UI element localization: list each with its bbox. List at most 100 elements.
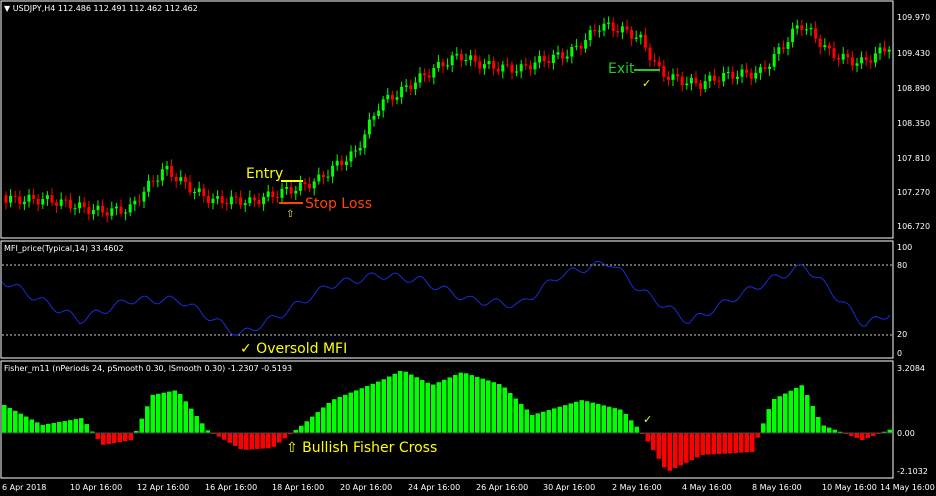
fisher-bar xyxy=(332,399,337,433)
chart-canvas[interactable] xyxy=(0,0,936,496)
fisher-bar xyxy=(667,433,672,471)
candle-body xyxy=(510,64,514,73)
candle-body xyxy=(542,56,546,62)
fisher-bar xyxy=(475,376,480,433)
candle-body xyxy=(165,165,169,170)
candle-body xyxy=(358,147,362,151)
candle-body xyxy=(657,61,661,67)
fisher-bar xyxy=(755,433,760,438)
fisher-bar xyxy=(766,409,771,433)
candle-body xyxy=(496,68,500,72)
fisher-bar xyxy=(101,433,106,445)
candle-body xyxy=(492,61,496,69)
candle-body xyxy=(32,194,36,199)
mfi-level-lines xyxy=(2,264,892,336)
fisher-bar xyxy=(728,433,733,454)
time-axis-label: 10 Apr 16:00 xyxy=(70,483,123,492)
fisher-bar xyxy=(816,417,821,433)
fisher-bar xyxy=(189,408,194,433)
candle-body xyxy=(404,85,408,87)
candle-body xyxy=(266,191,270,197)
candle-body xyxy=(252,197,256,201)
fisher-bar xyxy=(123,433,128,442)
fisher-bar xyxy=(172,390,177,433)
fisher-bar xyxy=(865,433,870,438)
fisher-bar xyxy=(821,425,826,433)
fisher-bar xyxy=(794,388,799,433)
candle-body xyxy=(611,22,615,31)
candle-body xyxy=(887,49,891,52)
fisher-bar xyxy=(596,404,601,433)
candle-body xyxy=(170,165,174,177)
time-axis-label: 4 May 16:00 xyxy=(682,483,732,492)
candle-body xyxy=(551,54,555,64)
fisher-bar xyxy=(7,407,12,433)
candle-body xyxy=(156,180,160,182)
candle-body xyxy=(91,210,95,215)
candle-body xyxy=(41,199,45,205)
fisher-bar xyxy=(106,433,111,444)
fisher-bar xyxy=(84,424,89,433)
candle-body xyxy=(50,195,54,203)
fisher-bar xyxy=(370,383,375,433)
fisher-bar xyxy=(502,387,507,433)
candle-body xyxy=(763,67,767,69)
time-axis-label: 20 Apr 16:00 xyxy=(340,483,393,492)
candle-body xyxy=(685,83,689,86)
candle-body xyxy=(220,196,224,204)
fisher-bar xyxy=(299,425,304,433)
fisher-bar xyxy=(442,379,447,433)
candle-body xyxy=(745,69,749,73)
fisher-bar xyxy=(46,423,51,433)
candle-body xyxy=(864,57,868,61)
time-axis-label: 16 Apr 16:00 xyxy=(205,483,258,492)
candle-body xyxy=(308,184,312,189)
fisher-bar xyxy=(194,416,199,433)
candle-body xyxy=(855,63,859,66)
fisher-bar xyxy=(530,415,535,433)
collapse-triangle-icon[interactable]: ▼ xyxy=(4,4,10,13)
candle-body xyxy=(772,54,776,67)
time-axis-label: 10 May 16:00 xyxy=(822,483,877,492)
fisher-bar xyxy=(678,433,683,466)
candle-body xyxy=(206,195,210,204)
candle-body xyxy=(579,45,583,49)
fisher-bar xyxy=(684,433,689,463)
fisher-bar xyxy=(486,380,491,433)
candle-body xyxy=(174,176,178,182)
candle-body xyxy=(786,42,790,49)
fisher-bar xyxy=(612,408,617,433)
fisher-bar xyxy=(271,433,276,447)
price-axis-tick: 109.430 xyxy=(897,49,931,58)
candle-body xyxy=(317,174,321,182)
fisher-bar xyxy=(480,378,485,433)
candle-body xyxy=(846,53,850,58)
candle-body xyxy=(639,34,643,38)
fisher-axis-tick: 0.00 xyxy=(897,429,915,438)
time-axis-label: 26 Apr 16:00 xyxy=(476,483,529,492)
mfi-axis-tick: 0 xyxy=(897,349,903,358)
candle-body xyxy=(473,55,477,62)
candle-body xyxy=(234,196,238,198)
fisher-bar xyxy=(62,421,67,433)
fisher-bar xyxy=(255,433,260,449)
fisher-bar xyxy=(651,433,656,451)
candle-body xyxy=(708,75,712,82)
fisher-bar xyxy=(453,375,458,433)
candle-body xyxy=(73,208,77,210)
candle-body xyxy=(294,190,298,194)
candle-body xyxy=(216,196,220,199)
fisher-axis-tick: -2.1032 xyxy=(897,467,928,476)
candle-body xyxy=(335,160,339,166)
candle-body xyxy=(377,110,381,116)
candle-body xyxy=(211,198,215,204)
fisher-bar xyxy=(51,422,56,433)
mfi-axis-tick: 20 xyxy=(897,330,908,339)
fisher-bar xyxy=(717,433,722,454)
fisher-bar xyxy=(788,390,793,433)
candle-body xyxy=(827,45,831,49)
fisher-bar xyxy=(260,433,265,449)
fisher-bar xyxy=(359,388,364,433)
fisher-bar xyxy=(860,433,865,440)
fisher-bar xyxy=(513,398,518,433)
